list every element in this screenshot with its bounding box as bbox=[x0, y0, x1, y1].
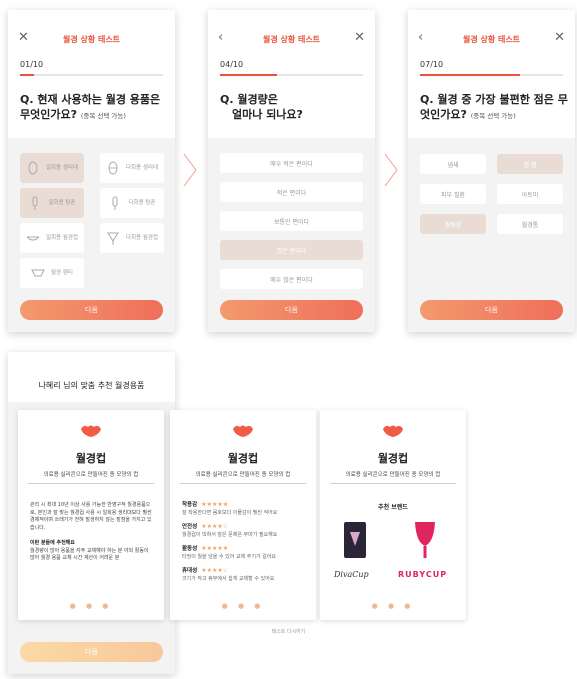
pagination-dots[interactable]: ● ● ● bbox=[320, 602, 466, 610]
star-rating-icon: ★★★★★ bbox=[201, 501, 229, 508]
result-title: 나혜리 님의 맞춤 추천 월경용품 bbox=[38, 381, 145, 390]
option-discomfort[interactable]: 찜찜함 bbox=[420, 214, 486, 234]
options-area: 매우 적은 편이다 적은 편이다 보통인 편이다 많은 편이다 매우 많은 편이… bbox=[208, 138, 375, 332]
progress-bar bbox=[220, 74, 363, 76]
cup-icon bbox=[106, 231, 120, 245]
chevron-right-icon bbox=[183, 153, 197, 187]
cup-logo-icon bbox=[233, 425, 253, 437]
option-damp[interactable]: 찝 찝 bbox=[497, 154, 563, 174]
retry-link[interactable]: 테스트 다시하기 bbox=[0, 628, 577, 635]
tampon-icon bbox=[28, 196, 42, 210]
cup-logo-icon bbox=[383, 425, 403, 437]
card-title: 월경컵 bbox=[227, 452, 259, 465]
question: Q. 월경량은 얼마나 되나요? bbox=[220, 93, 303, 121]
header: ‹ 월경 상황 테스트 ✕ bbox=[408, 10, 575, 66]
progress-bar bbox=[420, 74, 563, 76]
progress-bar bbox=[20, 74, 163, 76]
option-smell[interactable]: 냄새 bbox=[420, 154, 486, 174]
recommendation-card-description: 월경컵 의료용 실리콘으로 만들어진 종 모양의 컵 관리 시 최대 10년 이… bbox=[18, 410, 164, 620]
chevron-right-icon bbox=[384, 153, 398, 187]
star-rating-icon: ★★★★☆ bbox=[201, 567, 229, 574]
header: ‹ 월경 상황 테스트 ✕ bbox=[208, 10, 375, 66]
header-title: 월경 상황 테스트 bbox=[262, 35, 321, 44]
next-button[interactable]: 다음 bbox=[20, 300, 163, 320]
option-heavy[interactable]: 많은 편이다 bbox=[220, 240, 363, 260]
card-subtitle: 의료용 실리콘으로 만들어진 종 모양의 컵 bbox=[195, 472, 291, 478]
option-very-heavy[interactable]: 매우 많은 편이다 bbox=[220, 269, 363, 289]
recommendation-card-brands: 월경컵 의료용 실리콘으로 만들어진 종 모양의 컵 추천 브랜드 DivaCu… bbox=[320, 410, 466, 620]
panty-icon bbox=[31, 266, 45, 280]
cloth-pad-icon bbox=[106, 161, 120, 175]
option-disposable-cup[interactable]: 일회용 월경컵 bbox=[20, 223, 84, 253]
disc-icon bbox=[26, 231, 40, 245]
attribute-row: 활동성 ★★★★★ 타밍이 월을 넘을 수 있어 교체 주기가 길어요 bbox=[182, 545, 276, 560]
divider bbox=[330, 483, 456, 484]
close-icon[interactable]: ✕ bbox=[354, 30, 365, 45]
option-light[interactable]: 적은 편이다 bbox=[220, 182, 363, 202]
close-icon[interactable]: ✕ bbox=[554, 30, 565, 45]
card-title: 월경컵 bbox=[377, 452, 409, 465]
pad-icon bbox=[26, 161, 40, 175]
option-skin[interactable]: 피부 질환 bbox=[420, 184, 486, 204]
tampon-icon bbox=[108, 196, 122, 210]
card-body: 관리 시 최대 10년 이상 사용 가능한 반영구적 월경용품으로, 본인과 잘… bbox=[30, 502, 152, 561]
next-button[interactable]: 다음 bbox=[220, 300, 363, 320]
divider bbox=[180, 483, 306, 484]
divider bbox=[28, 483, 154, 484]
option-period-panty[interactable]: 월경 팬티 bbox=[20, 258, 84, 288]
next-button[interactable]: 다음 bbox=[420, 300, 563, 320]
header: ✕ 월경 상황 테스트 bbox=[8, 10, 175, 66]
rubycup-product-icon bbox=[415, 522, 435, 558]
card-subtitle: 의료용 실리콘으로 만들어진 종 모양의 컵 bbox=[43, 472, 139, 478]
screen-question-7: ‹ 월경 상황 테스트 ✕ 07/10 Q. 월경 중 가장 불편한 점은 무엇… bbox=[408, 10, 575, 332]
screen-question-4: ‹ 월경 상황 테스트 ✕ 04/10 Q. 월경량은 얼마나 되나요? 매우 적… bbox=[208, 10, 375, 332]
pagination-dots[interactable]: ● ● ● bbox=[170, 602, 316, 610]
option-reusable-tampon[interactable]: 다회용 탐폰 bbox=[100, 188, 164, 218]
step-indicator: 04/10 bbox=[220, 60, 244, 69]
attribute-row: 안전성 ★★★★☆ 월경컵이 빅혀서 잘은 문제은 무마가 필요해요 bbox=[182, 523, 278, 538]
card-title: 월경컵 bbox=[75, 452, 107, 465]
step-indicator: 01/10 bbox=[20, 60, 44, 69]
attribute-row: 휴대성 ★★★★☆ 크기가 작고 휴부에서 쉽게 교체할 수 있어요 bbox=[182, 567, 275, 582]
option-normal[interactable]: 보통인 편이다 bbox=[220, 211, 363, 231]
screen-question-1: ✕ 월경 상황 테스트 01/10 Q. 현재 사용하는 월경 용품은 무엇인가… bbox=[8, 10, 175, 332]
step-indicator: 07/10 bbox=[420, 60, 444, 69]
option-disposable-pad[interactable]: 일회용 생리대 bbox=[20, 153, 84, 183]
question: Q. 월경 중 가장 불편한 점은 무엇인가요? (중복 선택 가능) bbox=[420, 93, 568, 121]
option-cramps[interactable]: 월경통 bbox=[497, 214, 563, 234]
option-disposable-tampon[interactable]: 일회용 탐폰 bbox=[20, 188, 84, 218]
star-rating-icon: ★★★★☆ bbox=[201, 523, 229, 530]
option-reusable-pad[interactable]: 다회용 생리대 bbox=[100, 153, 164, 183]
attribute-row: 착용감 ★★★★★ 잘 착용한다면 몸호보다 이물감이 훨씬 적어요 bbox=[182, 501, 278, 516]
brand-divacup: DivaCup bbox=[334, 570, 369, 579]
card-subtitle: 의료용 실리콘으로 만들어진 종 모양의 컵 bbox=[345, 472, 441, 478]
brand-heading: 추천 브랜드 bbox=[378, 504, 408, 511]
options-area: 냄새 찝 찝 피부 질환 아토미 찜찜함 월경통 다음 bbox=[408, 138, 575, 332]
option-reusable-cup[interactable]: 다회용 월경컵 bbox=[100, 223, 164, 253]
option-very-light[interactable]: 매우 적은 편이다 bbox=[220, 153, 363, 173]
divacup-product-icon bbox=[344, 522, 366, 558]
option-atopy[interactable]: 아토미 bbox=[497, 184, 563, 204]
brand-rubycup: RUBYCUP bbox=[398, 570, 448, 579]
recommendation-card-ratings: 월경컵 의료용 실리콘으로 만들어진 종 모양의 컵 착용감 ★★★★★ 잘 착용한… bbox=[170, 410, 316, 620]
pagination-dots[interactable]: ● ● ● bbox=[18, 602, 164, 610]
options-area: 일회용 생리대 다회용 생리대 일회용 탐폰 다회용 탐폰 일회용 월경컵 다회… bbox=[8, 138, 175, 332]
cup-logo-icon bbox=[81, 425, 101, 437]
star-rating-icon: ★★★★★ bbox=[201, 545, 229, 552]
header-title: 월경 상황 테스트 bbox=[62, 35, 121, 44]
next-button[interactable]: 다음 bbox=[20, 642, 163, 662]
header-title: 월경 상황 테스트 bbox=[462, 35, 521, 44]
question: Q. 현재 사용하는 월경 용품은 무엇인가요? (중복 선택 가능) bbox=[20, 93, 161, 121]
